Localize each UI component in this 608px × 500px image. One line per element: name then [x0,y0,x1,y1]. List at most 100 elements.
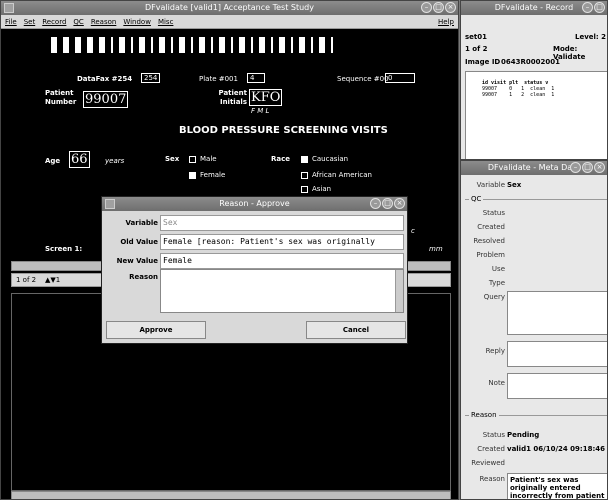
qc-created-label: Created [477,223,505,231]
sex-male-option[interactable]: Male [189,155,217,163]
qc-query-label: Query [483,293,505,301]
qc-resolved-label: Resolved [473,237,505,245]
record-window-title: DFvalidate - Record [494,3,574,12]
menu-reason[interactable]: Reason [91,18,117,26]
dialog-old-value-field[interactable]: Female [reason: Patient's sex was origin… [160,234,404,250]
image-id-value: 0643R0002001 [501,58,560,66]
qc-reply-field[interactable] [507,341,607,367]
sex-female-option[interactable]: Female [189,171,225,179]
age-label: Age [45,157,61,165]
meta-window-title: DFvalidate - Meta Data [487,163,581,172]
main-title-bar[interactable]: DFvalidate [valid1] Acceptance Test Stud… [1,1,458,15]
record-list[interactable]: id visit plt status v 99007 0 1 clean 1 99… [465,71,607,159]
qc-section-title: QC [469,195,484,203]
patient-initials-field[interactable]: KFO [249,89,283,106]
race-african-option[interactable]: African American [301,171,372,179]
reason-approve-dialog: Reason - Approve – □ × Variable Sex Old … [101,196,408,344]
datafax-label: DataFax #254 [77,75,133,83]
reason-text-field[interactable]: Patient's sex was originally entered inc… [507,473,607,499]
crf-right-mm: mm [429,245,443,253]
datafax-value[interactable]: 254 [141,73,161,83]
qc-reply-label: Reply [485,347,505,355]
menu-misc[interactable]: Misc [158,18,173,26]
qc-note-field[interactable] [507,373,607,399]
close-icon[interactable]: × [394,198,405,209]
record-list-row[interactable]: 99007 1 2 clean 1 [468,92,606,98]
qc-status-label: Status [482,209,505,217]
minimize-icon[interactable]: – [582,2,593,13]
sex-label: Sex [165,155,180,163]
reason-status-value: Pending [507,431,540,439]
qc-query-field[interactable] [507,291,607,335]
meta-data-window: DFvalidate - Meta Data – □ × Variable Se… [460,160,608,500]
qc-problem-label: Problem [476,251,505,259]
plate-value[interactable]: 4 [247,73,265,83]
qc-use-label: Use [491,265,505,273]
meta-variable-value: Sex [507,181,522,189]
maximize-icon[interactable]: □ [582,162,593,173]
dialog-variable-label: Variable [125,219,159,227]
dialog-reason-field[interactable] [160,269,404,313]
close-icon[interactable]: × [445,2,456,13]
menu-record[interactable]: Record [42,18,66,26]
minimize-icon[interactable]: – [570,162,581,173]
record-nav-arrows[interactable]: ▲▼1 [45,276,60,284]
dialog-variable-field: Sex [160,215,404,231]
lower-horizontal-scrollbar[interactable] [11,491,451,499]
initials-fml-label: F M L [251,107,270,115]
record-title-bar[interactable]: DFvalidate - Record – □ [461,1,607,15]
reason-reviewed-label: Reviewed [471,459,505,467]
age-field[interactable]: 66 [69,151,90,168]
checkbox-icon [301,171,308,179]
checkbox-checked-icon [301,155,308,163]
minimize-icon[interactable]: – [421,2,432,13]
record-position: 1 of 2 [16,276,37,284]
patient-initials-label: Patient Initials [218,89,248,106]
sequence-value[interactable]: 0 [385,73,415,83]
qc-note-label: Note [488,379,505,387]
maximize-icon[interactable]: □ [382,198,393,209]
window-menu-icon[interactable] [105,199,115,209]
reason-section-title: Reason [469,411,499,419]
dialog-new-value-field[interactable]: Female [160,253,404,269]
dialog-title-bar[interactable]: Reason - Approve – □ × [102,197,407,211]
menu-qc[interactable]: QC [73,18,83,26]
dialog-new-value-label: New Value [116,257,158,265]
record-level: Level: 2 [575,33,607,41]
record-set: set01 [465,33,488,41]
race-label: Race [271,155,291,163]
barcode [51,37,333,53]
minimize-icon[interactable]: – [370,198,381,209]
form-heading: BLOOD PRESSURE SCREENING VISITS [179,125,388,136]
approve-button[interactable]: Approve [106,321,206,339]
record-mode: Mode: Validate [553,45,586,61]
checkbox-checked-icon [189,171,196,179]
crf-right-c: c [411,227,415,235]
qc-type-label: Type [488,279,505,287]
reason-reason-label: Reason [479,475,505,483]
menu-help[interactable]: Help [438,18,454,26]
window-menu-icon[interactable] [4,3,14,13]
menu-bar: File Set Record QC Reason Window Misc He… [1,15,458,29]
menu-set[interactable]: Set [24,18,36,26]
checkbox-icon [301,185,308,193]
close-icon[interactable]: × [594,162,605,173]
race-asian-option[interactable]: Asian [301,185,331,193]
cancel-button[interactable]: Cancel [306,321,406,339]
record-count: 1 of 2 [465,45,488,53]
screen-label: Screen 1: [45,245,83,253]
maximize-icon[interactable]: □ [433,2,444,13]
patient-number-label: Patient Number [45,89,77,106]
menu-window[interactable]: Window [123,18,151,26]
patient-number-field[interactable]: 99007 [83,91,129,108]
meta-title-bar[interactable]: DFvalidate - Meta Data – □ × [461,161,607,175]
reason-status-label: Status [482,431,505,439]
qc-section-divider [465,199,607,200]
sequence-label: Sequence #00 [337,75,389,83]
menu-file[interactable]: File [5,18,17,26]
maximize-icon[interactable]: □ [594,2,605,13]
race-caucasian-option[interactable]: Caucasian [301,155,348,163]
dialog-reason-scrollbar[interactable] [395,270,403,312]
reason-created-label: Created [477,445,505,453]
main-window-title: DFvalidate [valid1] Acceptance Test Stud… [145,3,314,12]
